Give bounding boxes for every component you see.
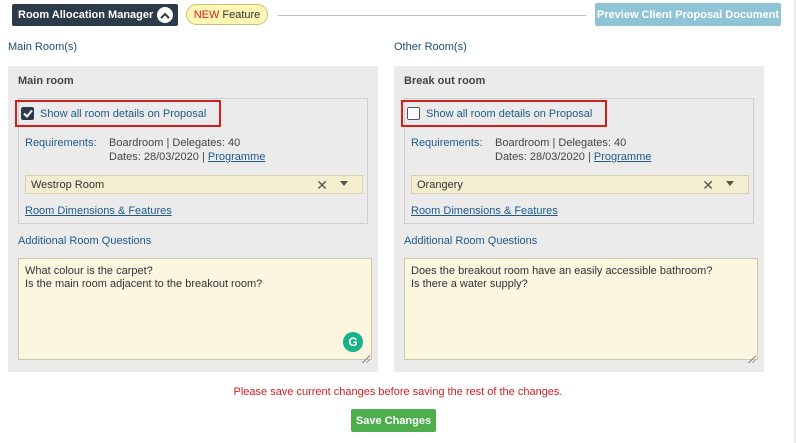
additional-questions-textarea[interactable]: Does the breakout room have an easily ac… (404, 258, 758, 360)
caret-down-icon[interactable] (726, 181, 734, 186)
show-details-checkbox[interactable] (21, 107, 34, 120)
chevron-up-icon[interactable] (157, 7, 173, 23)
show-details-label: Show all room details on Proposal (40, 107, 207, 120)
show-details-label: Show all room details on Proposal (426, 107, 593, 120)
header-divider (278, 15, 586, 16)
other-rooms-heading: Other Room(s) (394, 41, 467, 53)
checkmark-icon (22, 109, 33, 118)
grammarly-icon[interactable]: G (343, 332, 363, 352)
breakout-room-details: Show all room details on Proposal Requir… (401, 98, 754, 224)
requirements-summary: Boardroom | Delegates: 40 (495, 137, 627, 149)
breakout-room-title: Break out room (404, 75, 486, 87)
show-room-details-toggle[interactable]: Show all room details on Proposal (401, 100, 607, 127)
main-room-details: Show all room details on Proposal Requir… (15, 98, 368, 224)
room-select[interactable]: Orangery ✕ (411, 175, 749, 194)
room-dimensions-link[interactable]: Room Dimensions & Features (411, 205, 558, 217)
show-room-details-toggle[interactable]: Show all room details on Proposal (15, 100, 221, 127)
main-room-panel: Main room Show all room details on Propo… (8, 66, 378, 372)
additional-questions-label: Additional Room Questions (404, 235, 538, 247)
requirements-label: Requirements: (25, 137, 97, 149)
room-select-value: Orangery (417, 178, 463, 191)
show-details-checkbox[interactable] (407, 107, 420, 120)
requirements-dates: Dates: 28/03/2020 | Programme (109, 151, 265, 163)
room-select[interactable]: Westrop Room ✕ (25, 175, 363, 194)
dates-text: Dates: 28/03/2020 | (109, 151, 205, 163)
breakout-room-panel: Break out room Show all room details on … (394, 66, 764, 372)
top-toolbar: Room Allocation Manager NEW Feature Prev… (0, 0, 796, 30)
new-feature-badge[interactable]: NEW Feature (186, 4, 268, 25)
preview-proposal-button[interactable]: Preview Client Proposal Document (595, 3, 781, 26)
programme-link[interactable]: Programme (208, 151, 265, 163)
room-allocation-manager-label: Room Allocation Manager (18, 9, 154, 21)
resize-handle[interactable] (362, 355, 370, 363)
requirements-summary: Boardroom | Delegates: 40 (109, 137, 241, 149)
main-rooms-heading: Main Room(s) (8, 41, 78, 53)
additional-questions-label: Additional Room Questions (18, 235, 152, 247)
room-allocation-manager-button[interactable]: Room Allocation Manager (12, 4, 178, 26)
feature-badge-label: Feature (222, 8, 261, 21)
resize-handle[interactable] (748, 355, 756, 363)
close-icon[interactable]: ✕ (316, 177, 328, 194)
room-dimensions-link[interactable]: Room Dimensions & Features (25, 205, 172, 217)
requirements-dates: Dates: 28/03/2020 | Programme (495, 151, 651, 163)
programme-link[interactable]: Programme (594, 151, 651, 163)
close-icon[interactable]: ✕ (702, 177, 714, 194)
save-changes-button[interactable]: Save Changes (351, 409, 436, 432)
requirements-label: Requirements: (411, 137, 483, 149)
dates-text: Dates: 28/03/2020 | (495, 151, 591, 163)
room-select-value: Westrop Room (31, 178, 105, 191)
unsaved-changes-warning: Please save current changes before savin… (233, 386, 563, 398)
additional-questions-textarea[interactable]: What colour is the carpet? Is the main r… (18, 258, 372, 360)
new-badge-label: NEW (193, 8, 220, 21)
caret-down-icon[interactable] (340, 181, 348, 186)
main-room-title: Main room (18, 75, 74, 87)
